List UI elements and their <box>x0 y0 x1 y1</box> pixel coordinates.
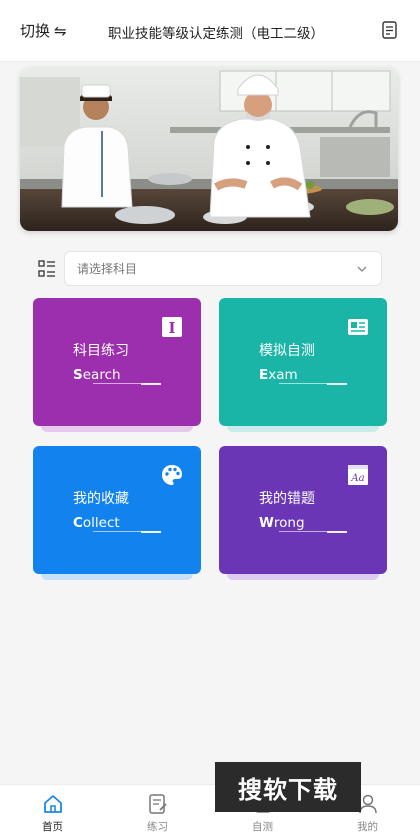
practice-card[interactable]: I 科目练习 Search <box>33 298 201 432</box>
tab-mine-label: 我的 <box>357 821 378 833</box>
card-subtitle: Wrong <box>259 515 305 531</box>
svg-text:I: I <box>168 319 175 337</box>
card-title: 我的收藏 <box>73 491 129 507</box>
card-wrong-body[interactable]: Aa 我的错题 Wrong <box>219 446 387 580</box>
tab-home[interactable]: 首页 <box>0 785 105 840</box>
card-shadow <box>227 572 379 580</box>
card-shadow <box>227 424 379 432</box>
card-subtitle: Search <box>73 367 121 383</box>
page-title: 职业技能等级认定练测（电工二级） <box>108 26 324 42</box>
card-underline-accent <box>141 383 161 385</box>
tab-test-label: 自测 <box>252 821 273 833</box>
category-list-icon[interactable] <box>38 259 56 278</box>
palette-icon <box>162 465 182 485</box>
card-title: 我的错题 <box>259 491 315 507</box>
subject-select-placeholder: 请选择科目 <box>77 262 138 276</box>
exam-card[interactable]: 模拟自测 Exam <box>219 298 387 432</box>
text-cursor-icon: I <box>162 317 182 337</box>
card-underline-accent <box>327 383 347 385</box>
card-shadow <box>41 424 193 432</box>
wrong-card[interactable]: Aa 我的错题 Wrong <box>219 446 387 580</box>
id-card-icon <box>348 319 368 335</box>
card-exam-body[interactable]: 模拟自测 Exam <box>219 298 387 432</box>
tab-practice-label: 练习 <box>147 821 168 833</box>
svg-text:Aa: Aa <box>350 473 364 484</box>
top-bar: 切换 ⇋ 职业技能等级认定练测（电工二级） <box>0 0 420 62</box>
card-practice-body[interactable]: I 科目练习 Search <box>33 298 201 432</box>
card-underline-accent <box>141 531 161 533</box>
card-title: 科目练习 <box>73 343 129 359</box>
card-subtitle: Exam <box>259 367 298 383</box>
font-aa-icon: Aa <box>348 465 368 485</box>
edit-doc-icon <box>148 794 167 814</box>
chevron-down-icon <box>357 266 367 272</box>
card-collect-body[interactable]: 我的收藏 Collect <box>33 446 201 580</box>
card-underline-accent <box>327 531 347 533</box>
card-shadow <box>41 572 193 580</box>
collect-card[interactable]: 我的收藏 Collect <box>33 446 201 580</box>
card-subtitle: Collect <box>73 515 120 531</box>
tab-home-label: 首页 <box>42 821 63 833</box>
subject-selector-row: 请选择科目 <box>38 251 382 286</box>
subject-select[interactable]: 请选择科目 <box>64 251 382 286</box>
tab-practice[interactable]: 练习 <box>105 785 210 840</box>
home-icon <box>43 795 62 813</box>
note-icon[interactable] <box>382 21 398 39</box>
kitchen-chefs-photo <box>20 67 398 231</box>
banner-image[interactable] <box>20 67 398 231</box>
card-title: 模拟自测 <box>259 343 315 359</box>
watermark: 搜软下载 <box>215 762 361 812</box>
